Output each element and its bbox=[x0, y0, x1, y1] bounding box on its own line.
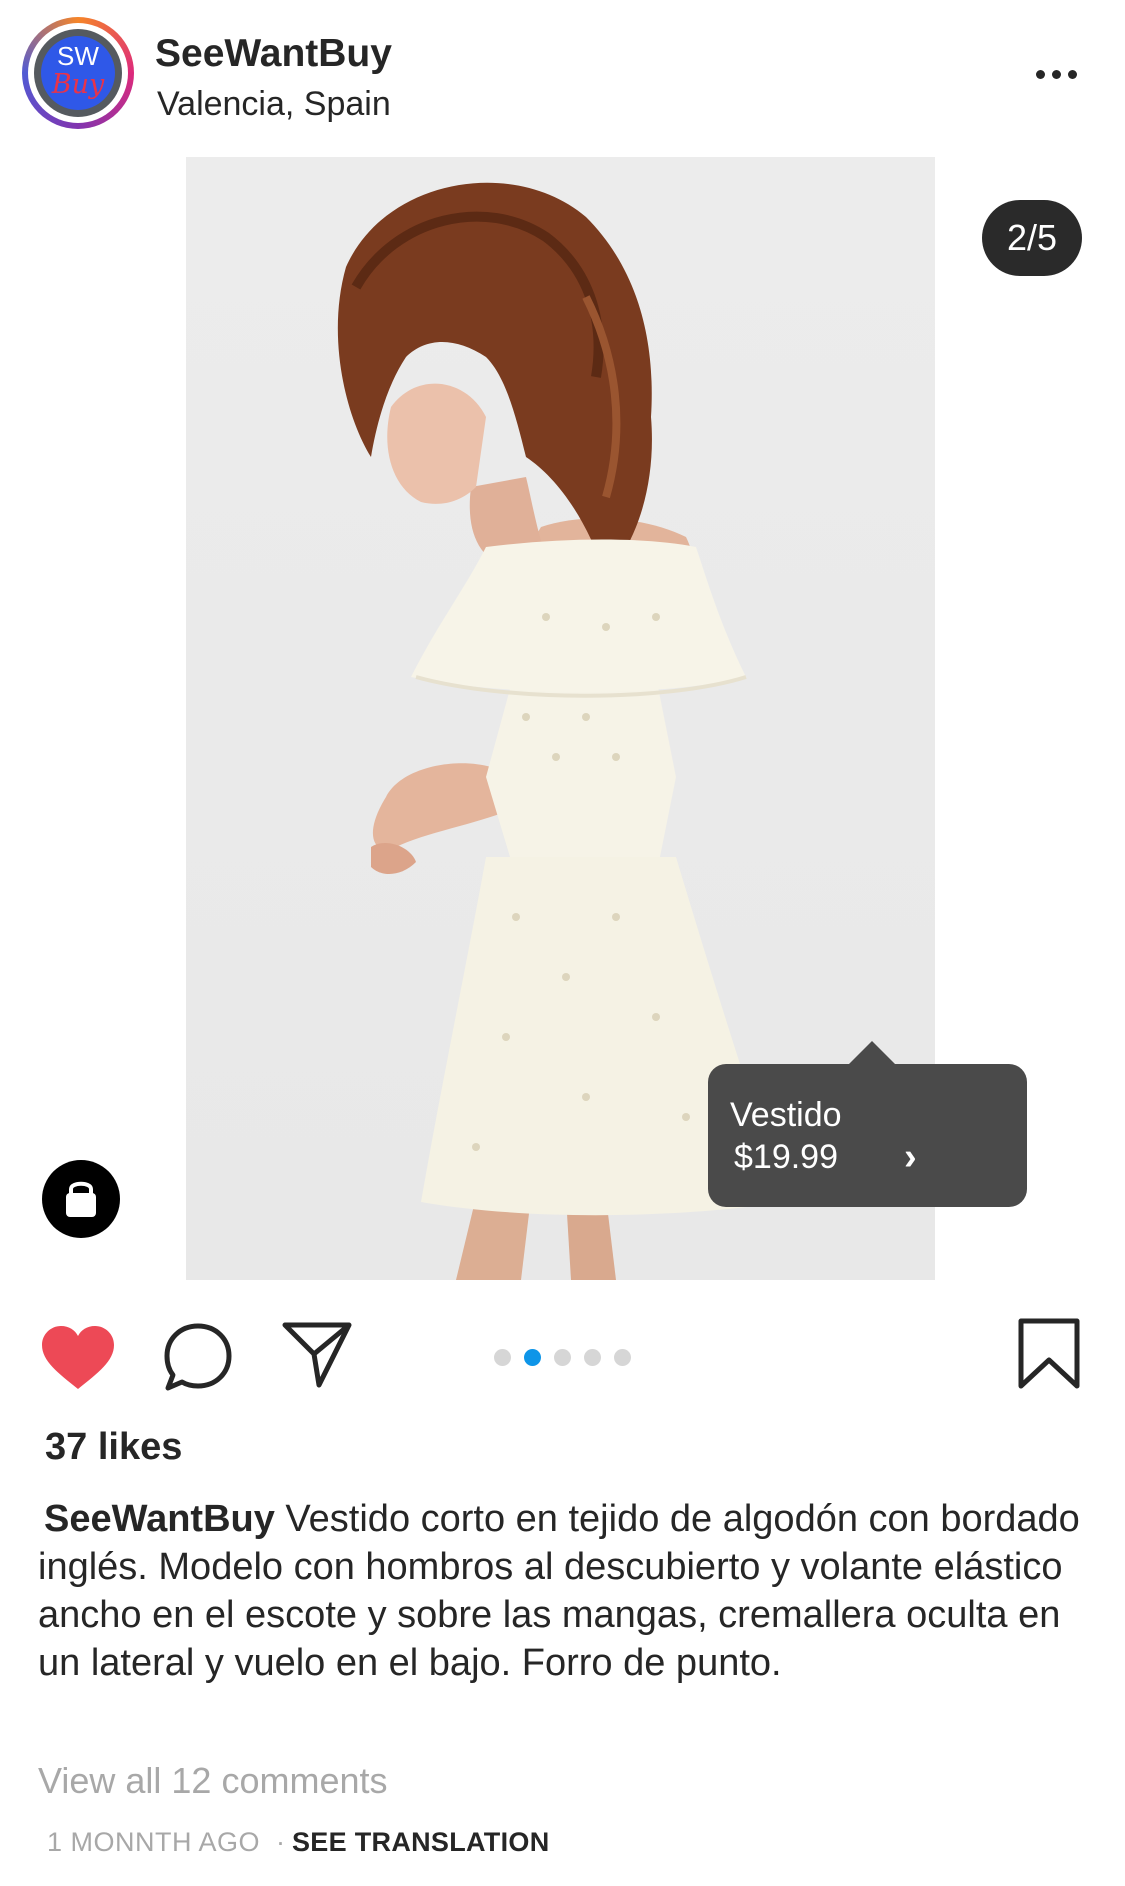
share-icon[interactable] bbox=[281, 1319, 353, 1394]
caption-username[interactable]: SeeWantBuy bbox=[44, 1498, 275, 1540]
post-header: SW Buy SeeWantBuy Valencia, Spain bbox=[0, 0, 1125, 150]
post-username[interactable]: SeeWantBuy bbox=[155, 32, 392, 76]
view-comments-link[interactable]: View all 12 comments bbox=[38, 1760, 388, 1802]
see-translation-link[interactable]: SEE TRANSLATION bbox=[292, 1827, 550, 1858]
carousel-dot-active bbox=[524, 1349, 541, 1366]
post-meta: 1 MONNTH AGO · bbox=[47, 1827, 298, 1858]
avatar-frame: SW Buy bbox=[34, 29, 122, 117]
product-tag-name: Vestido bbox=[730, 1096, 842, 1134]
carousel-dot bbox=[494, 1349, 511, 1366]
heart-icon[interactable] bbox=[40, 1325, 116, 1396]
avatar-logo: SW Buy bbox=[41, 36, 115, 110]
product-tag[interactable]: Vestido $19.99 › bbox=[708, 1064, 1027, 1207]
chevron-right-icon: › bbox=[904, 1136, 917, 1178]
carousel-dot bbox=[554, 1349, 571, 1366]
shopping-bag-icon[interactable] bbox=[42, 1160, 120, 1238]
avatar-border: SW Buy bbox=[28, 23, 128, 123]
profile-avatar[interactable]: SW Buy bbox=[22, 17, 134, 129]
comment-icon[interactable] bbox=[163, 1322, 233, 1397]
meta-separator: · bbox=[276, 1827, 286, 1857]
carousel-dot bbox=[614, 1349, 631, 1366]
product-tag-pointer bbox=[848, 1041, 896, 1065]
post-timestamp: 1 MONNTH AGO bbox=[47, 1827, 261, 1857]
post-caption: SeeWantBuy Vestido corto en tejido de al… bbox=[38, 1495, 1098, 1687]
image-counter-badge: 2/5 bbox=[982, 200, 1082, 276]
carousel-dot bbox=[584, 1349, 601, 1366]
more-options-icon[interactable] bbox=[1030, 62, 1090, 92]
avatar-logo-sw: SW bbox=[57, 41, 99, 71]
bookmark-icon[interactable] bbox=[1017, 1318, 1081, 1395]
avatar-logo-buy: Buy bbox=[51, 69, 105, 100]
post-location[interactable]: Valencia, Spain bbox=[157, 85, 391, 124]
likes-count[interactable]: 37 likes bbox=[45, 1426, 182, 1469]
product-tag-price: $19.99 bbox=[734, 1138, 838, 1176]
